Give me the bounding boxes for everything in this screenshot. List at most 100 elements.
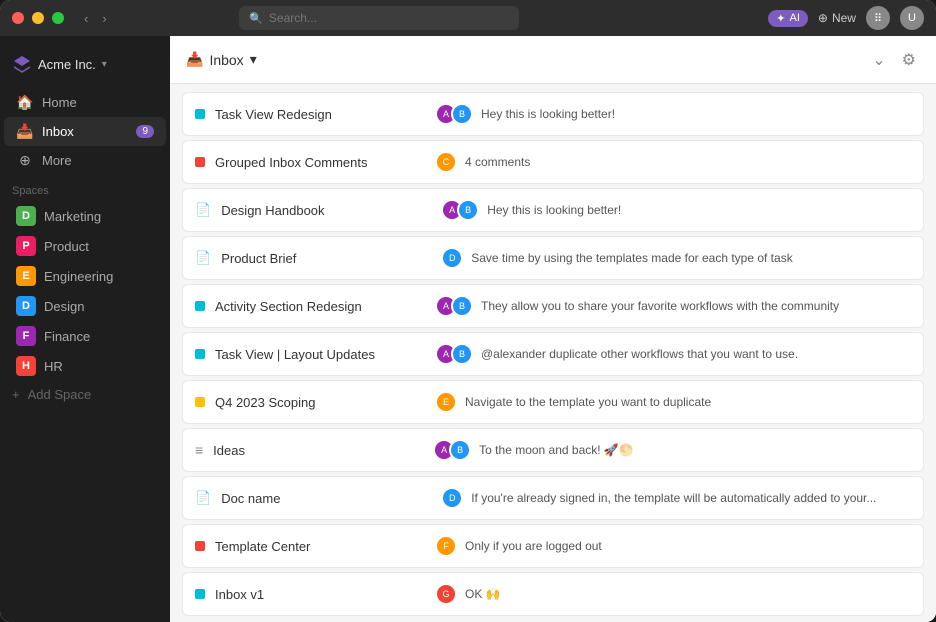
table-row[interactable]: Grouped Inbox Comments C 4 comments xyxy=(182,140,924,184)
table-row[interactable]: Q4 2023 Scoping E Navigate to the templa… xyxy=(182,380,924,424)
avatar: B xyxy=(451,343,473,365)
avatar: F xyxy=(435,535,457,557)
minimize-button[interactable] xyxy=(32,12,44,24)
item-color-indicator xyxy=(195,109,205,119)
plus-icon: + xyxy=(12,387,20,402)
sidebar-item-product[interactable]: P Product xyxy=(4,231,166,261)
avatar: C xyxy=(435,151,457,173)
sidebar-item-inbox[interactable]: 📥 Inbox 9 xyxy=(4,117,166,146)
ai-button[interactable]: ✦ AI xyxy=(768,10,808,27)
search-bar[interactable]: 🔍 xyxy=(239,6,519,30)
item-message: Hey this is looking better! xyxy=(487,203,621,217)
space-dot-finance: F xyxy=(16,326,36,346)
ai-label: AI xyxy=(790,12,800,24)
sidebar-item-marketing[interactable]: D Marketing xyxy=(4,201,166,231)
avatars: E xyxy=(435,391,457,413)
item-title: Task View Redesign xyxy=(215,107,425,122)
sidebar-item-finance[interactable]: F Finance xyxy=(4,321,166,351)
settings-button[interactable]: ⚙ xyxy=(898,46,920,74)
home-icon: 🏠 xyxy=(16,94,34,111)
item-right: D Save time by using the templates made … xyxy=(441,247,911,269)
item-title: Doc name xyxy=(221,491,431,506)
list-icon: ≡ xyxy=(195,442,203,458)
item-right: G OK 🙌 xyxy=(435,583,911,605)
item-title: Design Handbook xyxy=(221,203,431,218)
table-row[interactable]: Inbox v1 G OK 🙌 xyxy=(182,572,924,616)
item-title: Product Brief xyxy=(221,251,431,266)
avatar: G xyxy=(435,583,457,605)
inbox-title[interactable]: 📥 Inbox ▾ xyxy=(186,51,257,68)
table-row[interactable]: Task View Redesign A B Hey this is looki… xyxy=(182,92,924,136)
avatars: A B xyxy=(435,343,473,365)
add-space-label: Add Space xyxy=(28,387,92,402)
spaces-label: Spaces xyxy=(0,175,170,201)
space-dot-engineering: E xyxy=(16,266,36,286)
content-header: 📥 Inbox ▾ ⌄ ⚙ xyxy=(170,36,936,84)
avatars: C xyxy=(435,151,457,173)
org-header[interactable]: Acme Inc. ▾ xyxy=(0,48,170,88)
item-title: Template Center xyxy=(215,539,425,554)
add-space-button[interactable]: + Add Space xyxy=(0,381,170,408)
inbox-header-icon: 📥 xyxy=(186,51,203,68)
forward-button[interactable]: › xyxy=(98,9,110,28)
avatar: B xyxy=(449,439,471,461)
space-dot-marketing: D xyxy=(16,206,36,226)
close-button[interactable] xyxy=(12,12,24,24)
item-message: They allow you to share your favorite wo… xyxy=(481,299,839,313)
maximize-button[interactable] xyxy=(52,12,64,24)
inbox-icon: 📥 xyxy=(16,123,34,140)
item-message: OK 🙌 xyxy=(465,587,501,601)
space-label: HR xyxy=(44,359,63,374)
avatars: A B xyxy=(441,199,479,221)
sidebar-item-hr[interactable]: H HR xyxy=(4,351,166,381)
search-input[interactable] xyxy=(269,11,509,25)
sidebar: Acme Inc. ▾ 🏠 Home 📥 Inbox 9 ⊕ More Spac… xyxy=(0,36,170,622)
app-window: ‹ › 🔍 ✦ AI ⊕ New ⠿ U xyxy=(0,0,936,622)
item-title: Q4 2023 Scoping xyxy=(215,395,425,410)
org-chevron-icon: ▾ xyxy=(102,59,107,70)
new-icon: ⊕ xyxy=(818,11,828,25)
main-content: Acme Inc. ▾ 🏠 Home 📥 Inbox 9 ⊕ More Spac… xyxy=(0,36,936,622)
sidebar-item-design[interactable]: D Design xyxy=(4,291,166,321)
table-row[interactable]: Template Center F Only if you are logged… xyxy=(182,524,924,568)
sidebar-item-label: Inbox xyxy=(42,124,74,139)
table-row[interactable]: 📄 Design Handbook A B Hey this is lookin… xyxy=(182,188,924,232)
item-message: If you're already signed in, the templat… xyxy=(471,491,876,505)
avatars: A B xyxy=(433,439,471,461)
item-title: Grouped Inbox Comments xyxy=(215,155,425,170)
item-right: E Navigate to the template you want to d… xyxy=(435,391,911,413)
item-title: Ideas xyxy=(213,443,423,458)
item-right: A B They allow you to share your favorit… xyxy=(435,295,911,317)
doc-icon: 📄 xyxy=(195,250,211,266)
sidebar-item-engineering[interactable]: E Engineering xyxy=(4,261,166,291)
item-right: A B @alexander duplicate other workflows… xyxy=(435,343,911,365)
item-color-indicator xyxy=(195,397,205,407)
grid-icon[interactable]: ⠿ xyxy=(866,6,890,30)
collapse-button[interactable]: ⌄ xyxy=(868,46,889,74)
table-row[interactable]: 📄 Product Brief D Save time by using the… xyxy=(182,236,924,280)
table-row[interactable]: ≡ Ideas A B To the moon and back! 🚀🌕 xyxy=(182,428,924,472)
sidebar-item-more[interactable]: ⊕ More xyxy=(4,146,166,175)
item-right: A B Hey this is looking better! xyxy=(441,199,911,221)
table-row[interactable]: Task View | Layout Updates A B @alexande… xyxy=(182,332,924,376)
inbox-chevron-icon: ▾ xyxy=(250,51,257,68)
search-icon: 🔍 xyxy=(249,12,263,25)
table-row[interactable]: 📄 Doc name D If you're already signed in… xyxy=(182,476,924,520)
sidebar-item-home[interactable]: 🏠 Home xyxy=(4,88,166,117)
new-label: New xyxy=(832,11,856,25)
space-dot-product: P xyxy=(16,236,36,256)
table-row[interactable]: Activity Section Redesign A B They allow… xyxy=(182,284,924,328)
item-color-indicator xyxy=(195,589,205,599)
ai-icon: ✦ xyxy=(776,12,785,25)
back-button[interactable]: ‹ xyxy=(80,9,92,28)
doc-icon: 📄 xyxy=(195,202,211,218)
sidebar-item-label: More xyxy=(42,153,72,168)
content-area: 📥 Inbox ▾ ⌄ ⚙ Task View Redesign A xyxy=(170,36,936,622)
space-label: Product xyxy=(44,239,89,254)
more-icon: ⊕ xyxy=(16,152,34,169)
new-button[interactable]: ⊕ New xyxy=(818,11,856,25)
item-title: Activity Section Redesign xyxy=(215,299,425,314)
user-avatar[interactable]: U xyxy=(900,6,924,30)
item-message: Save time by using the templates made fo… xyxy=(471,251,793,265)
avatar: D xyxy=(441,487,463,509)
